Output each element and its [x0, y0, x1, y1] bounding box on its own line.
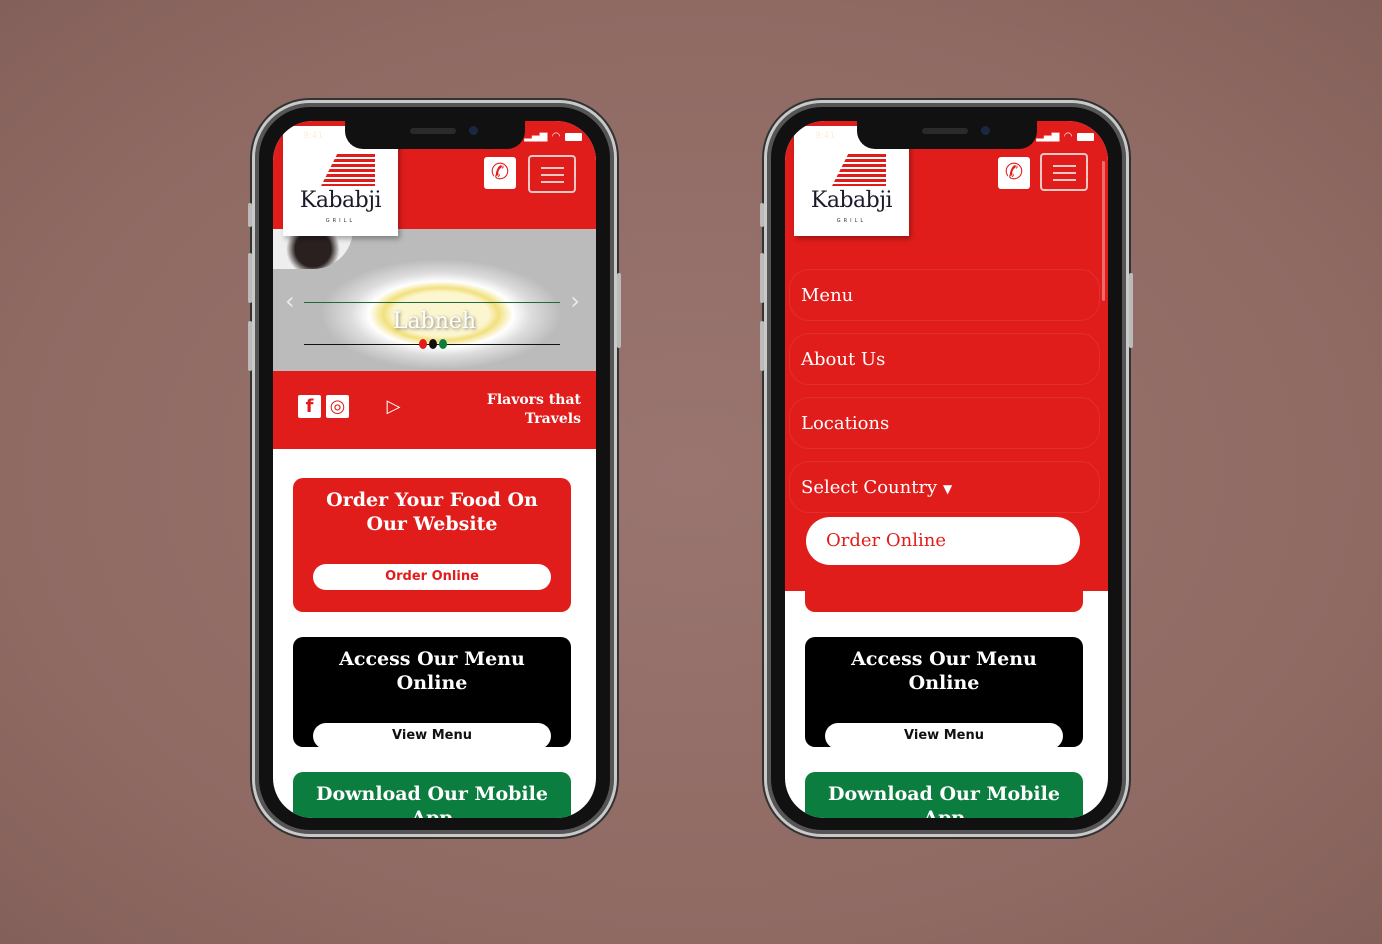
battery-icon	[1077, 132, 1094, 141]
hamburger-menu-button[interactable]	[1040, 153, 1088, 191]
signal-icon: ▂▄▆	[1036, 131, 1060, 142]
menu-card: Access Our Menu Online View Menu	[293, 637, 571, 749]
hero-carousel: ‹ › Labneh	[273, 229, 596, 371]
nav-item-select-country[interactable]: Select Country ▼	[789, 461, 1100, 513]
status-icons: ▂▄▆ ◠	[1036, 131, 1094, 142]
facebook-icon[interactable]: f	[298, 395, 321, 418]
carousel-indicators[interactable]	[419, 339, 447, 349]
wifi-icon: ◠	[1064, 131, 1072, 142]
wifi-icon: ◠	[552, 131, 560, 142]
phone-call-button[interactable]: ✆	[998, 157, 1030, 189]
tagline: Flavors that Travels	[486, 392, 581, 427]
nav-item-about-us[interactable]: About Us	[789, 333, 1100, 385]
menu-card-title: Access Our Menu Online	[851, 648, 1037, 694]
google-play-icon[interactable]: ▷	[382, 395, 405, 418]
signal-icon: ▂▄▆	[524, 131, 548, 142]
slide-title: Labneh	[392, 309, 477, 334]
scrollbar[interactable]	[1102, 161, 1105, 301]
notch	[345, 121, 525, 149]
menu-card: Access Our Menu Online View Menu	[805, 637, 1083, 749]
screen: 9:41 ▂▄▆ ◠ Access Our Menu Online View Me…	[785, 121, 1108, 818]
instagram-icon[interactable]: ◎	[326, 395, 349, 418]
nav-item-menu[interactable]: Menu	[789, 269, 1100, 321]
screen: 9:41 ▂▄▆ ◠ ✆ Kababji GRILL ‹ › Labneh f ◎ …	[273, 121, 596, 818]
phone-icon: ✆	[490, 160, 510, 185]
hamburger-menu-button[interactable]	[528, 155, 576, 193]
phone-mockup-right: 9:41 ▂▄▆ ◠ Access Our Menu Online View Me…	[760, 100, 1133, 837]
menu-card-title: Access Our Menu Online	[339, 648, 525, 694]
app-card-title: Download Our Mobile App	[828, 783, 1060, 818]
app-card-title: Download Our Mobile App	[316, 783, 548, 818]
phone-call-button[interactable]: ✆	[484, 157, 516, 189]
view-menu-button[interactable]: View Menu	[825, 723, 1063, 749]
order-card-title: Order Your Food On Our Website	[326, 489, 538, 535]
phone-icon: ✆	[1004, 160, 1024, 185]
status-time: 9:41	[303, 131, 324, 141]
apple-icon[interactable]	[354, 395, 377, 418]
status-icons: ▂▄▆ ◠	[524, 131, 582, 142]
notch	[857, 121, 1037, 149]
phone-mockup-left: 9:41 ▂▄▆ ◠ ✆ Kababji GRILL ‹ › Labneh f ◎ …	[248, 100, 621, 837]
order-online-card: Order Your Food On Our Website Order Onl…	[293, 478, 571, 612]
social-band: f ◎ ▷ Flavors that Travels	[273, 371, 596, 449]
caret-down-icon: ▼	[942, 482, 953, 496]
battery-icon	[565, 132, 582, 141]
status-time: 9:41	[815, 131, 836, 141]
nav-order-online-button[interactable]: Order Online	[806, 517, 1080, 565]
nav-item-locations[interactable]: Locations	[789, 397, 1100, 449]
mobile-app-card: Download Our Mobile App	[293, 772, 571, 818]
mobile-app-card: Download Our Mobile App	[805, 772, 1083, 818]
order-online-button[interactable]: Order Online	[313, 564, 551, 590]
view-menu-button[interactable]: View Menu	[313, 723, 551, 749]
